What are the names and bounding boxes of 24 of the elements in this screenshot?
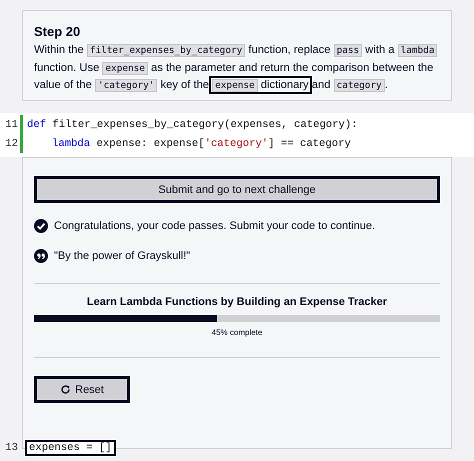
quote-icon	[34, 249, 48, 263]
submit-button[interactable]: Submit and go to next challenge	[34, 176, 440, 203]
message-text: "By the power of Grayskull!"	[54, 250, 190, 262]
inline-code: expense	[102, 62, 148, 74]
step-title: Step 20	[34, 24, 82, 39]
inline-code: pass	[334, 44, 362, 57]
course-title: Learn Lambda Functions by Building an Expense Tracker	[86, 296, 388, 308]
instruction-text: Within the filter_expenses_by_category function, replace pass with a lambda function. Use expense as the parameter and return the comparison between the value of the 'category' key of the expense dictionary and category .	[34, 42, 440, 94]
inline-code: filter_expenses_by_category	[86, 44, 246, 57]
inline-code: expense	[212, 79, 258, 92]
reset-icon	[60, 384, 72, 395]
code-line[interactable]: lambda expense: expense['category'] == category	[25, 138, 353, 150]
inline-code: lambda	[398, 44, 438, 57]
line-number: 11	[4, 118, 19, 130]
inline-code: 'category'	[94, 79, 158, 92]
focus-outline: expense dictionary	[212, 79, 309, 91]
progress-reading: 45% complete	[210, 328, 264, 337]
reset-button[interactable]: Reset	[34, 376, 130, 403]
code-line[interactable]: def filter_expenses_by_category(expenses, category):	[25, 118, 360, 130]
check-circle-icon	[34, 219, 48, 233]
line-number: 12	[4, 138, 19, 150]
line-number: 13	[4, 442, 19, 454]
message-text: Congratulations, your code passes. Submit your code to continue.	[54, 220, 376, 232]
inline-code: category	[334, 79, 385, 92]
